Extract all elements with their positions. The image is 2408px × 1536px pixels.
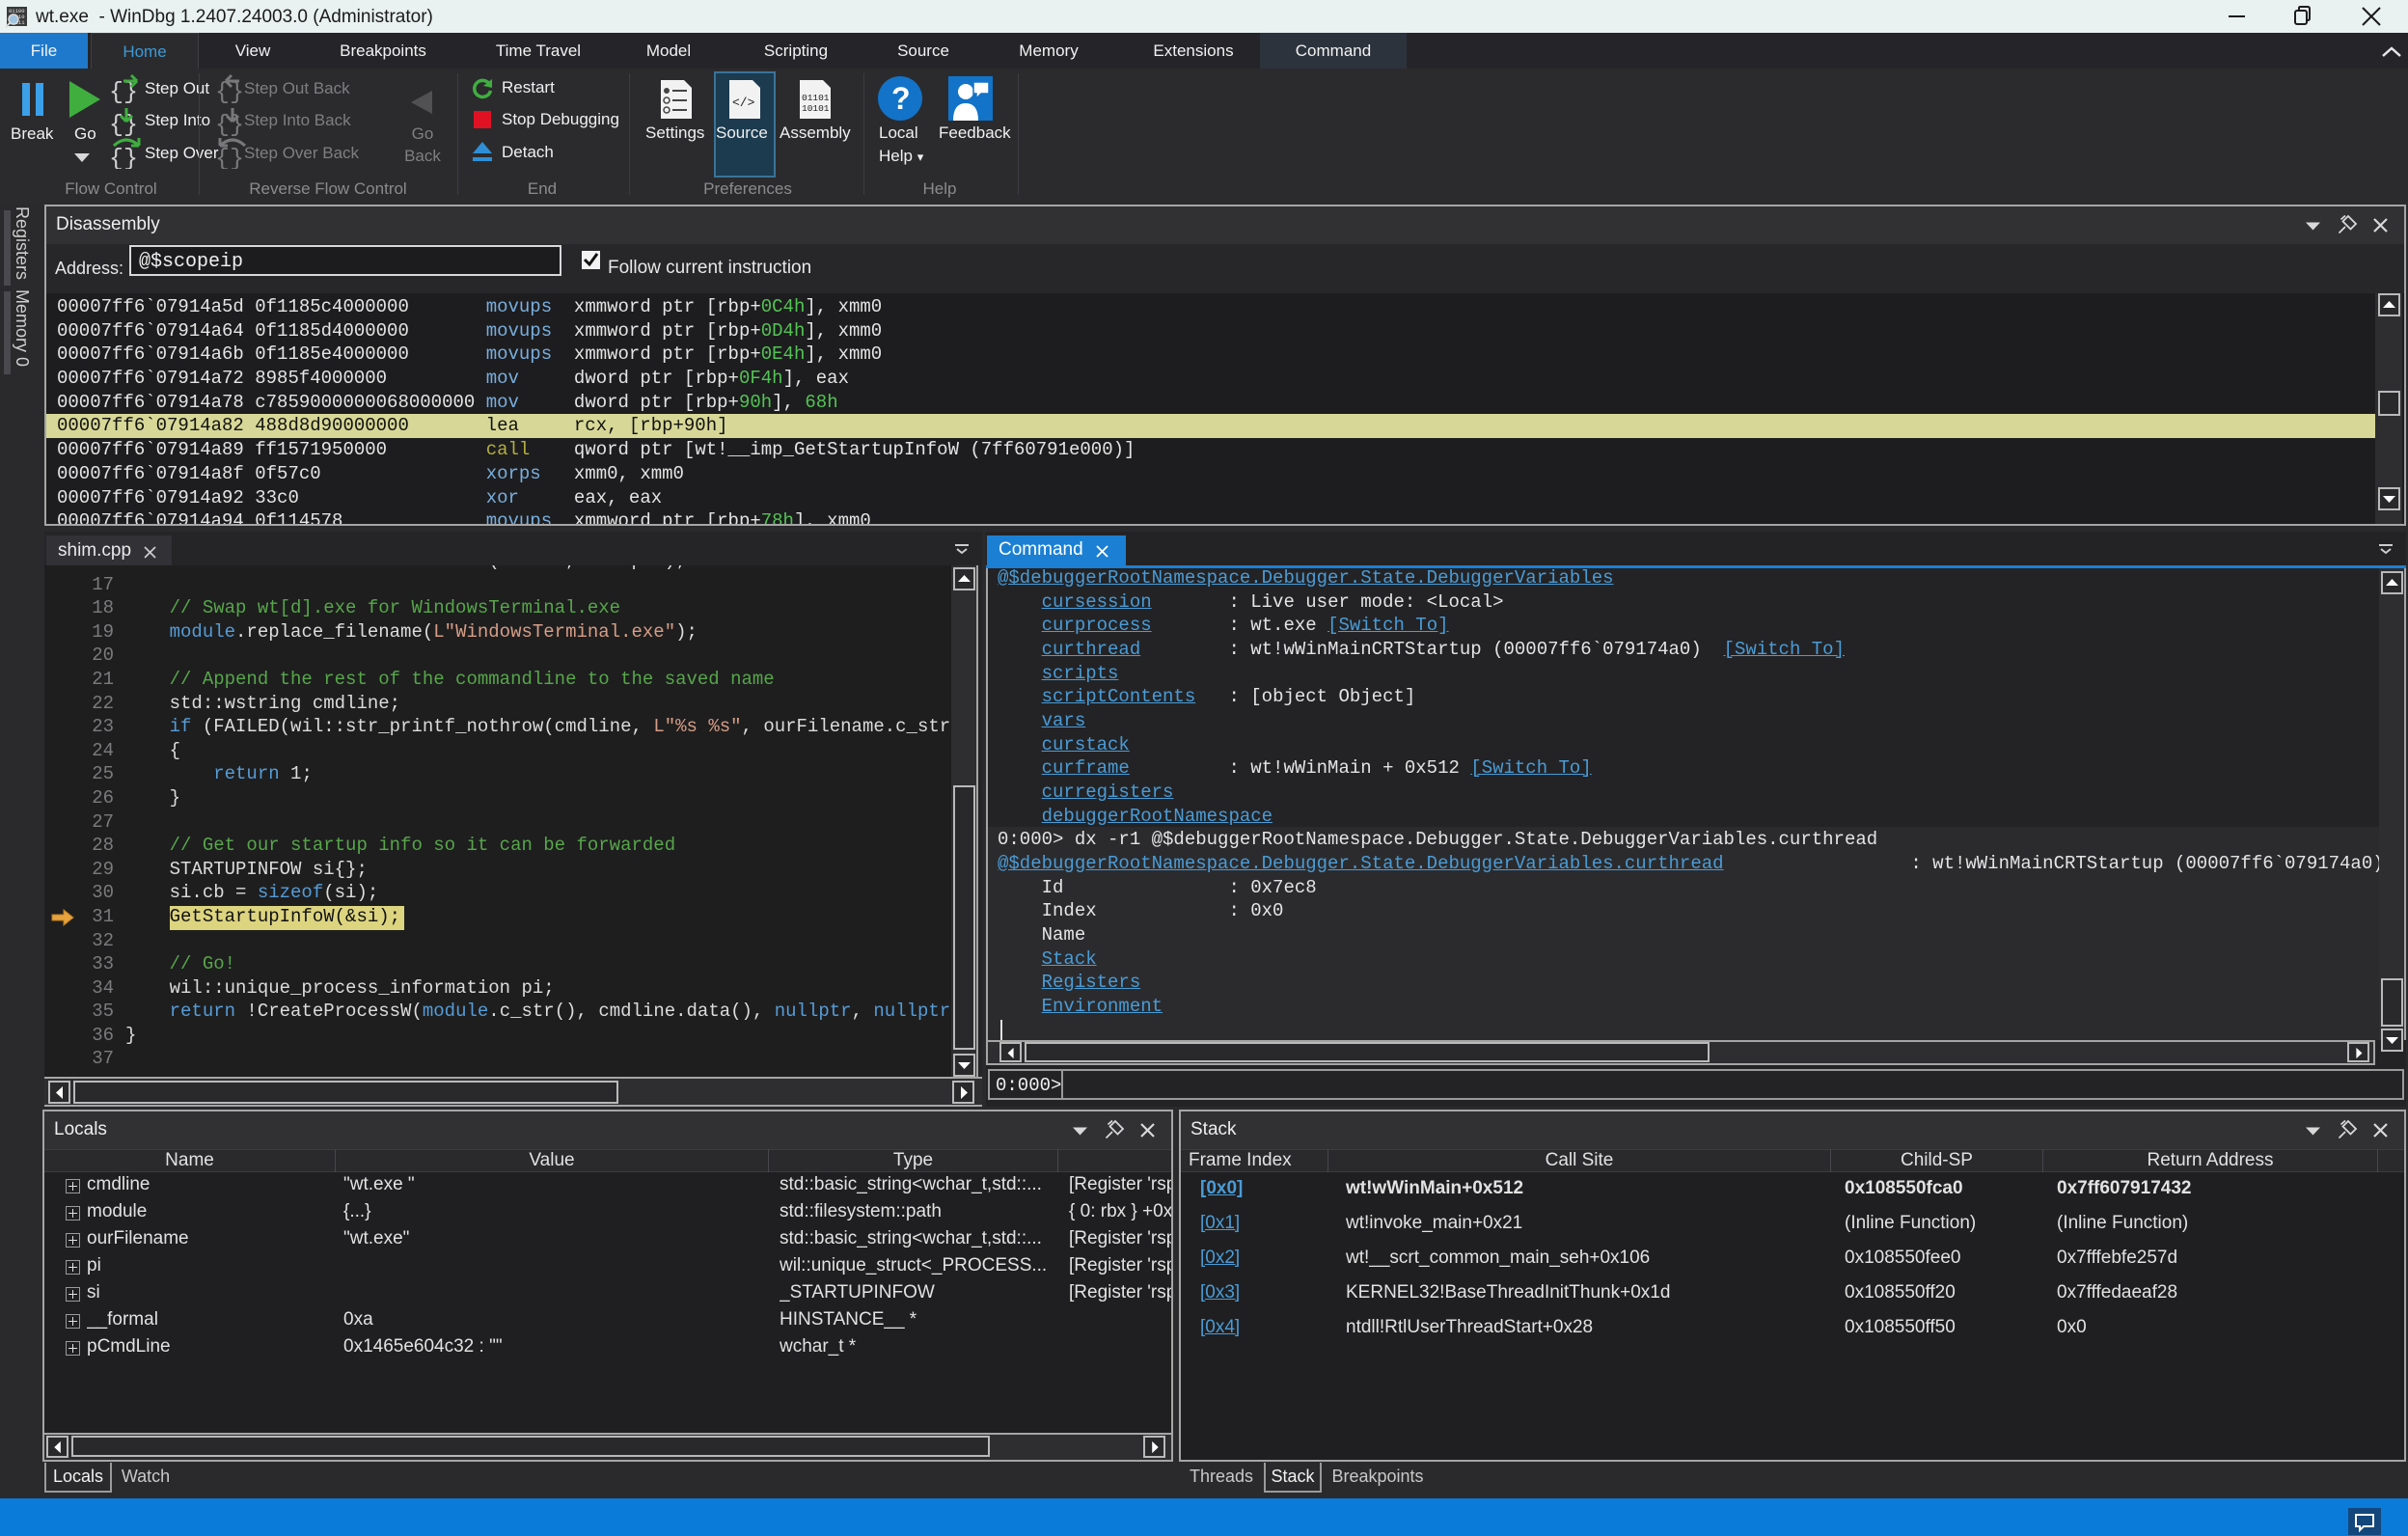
svg-text:{}: {} — [215, 145, 244, 169]
svg-text:{}: {} — [109, 111, 138, 137]
svg-text:?: ? — [891, 81, 911, 116]
svg-text:{}: {} — [109, 145, 138, 169]
svg-text:{}: {} — [215, 111, 244, 137]
svg-text:10101: 10101 — [802, 103, 830, 114]
svg-text:</>: </> — [732, 96, 755, 110]
svg-text:01101: 01101 — [802, 93, 830, 103]
